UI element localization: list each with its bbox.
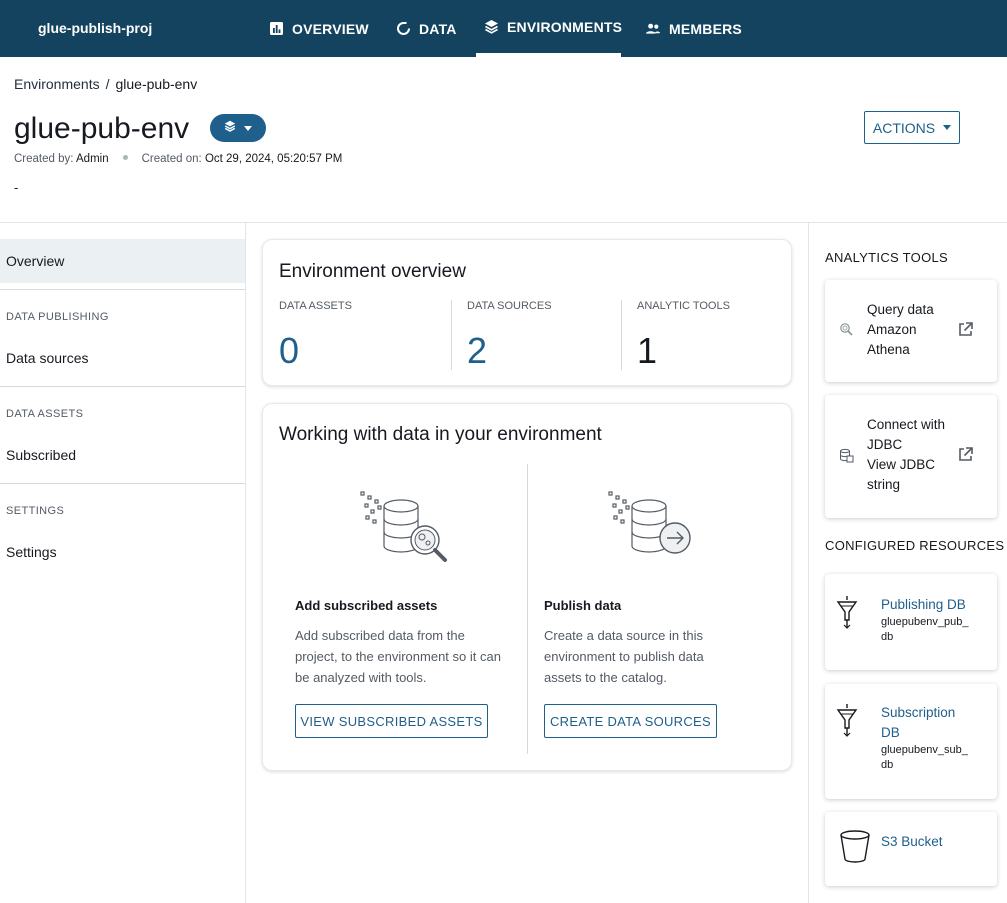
created-on-label: Created on: — [141, 153, 202, 165]
chart-icon — [268, 21, 284, 37]
s3-bucket-card[interactable]: S3 Bucket — [825, 812, 997, 886]
connect-jdbc-card[interactable]: Connect with JDBC View JDBC string — [825, 395, 997, 518]
connect-jdbc-line3: View JDBC — [867, 457, 936, 472]
database-connect-icon — [839, 448, 854, 463]
sidebar-divider — [0, 483, 245, 484]
stat-analytic-tools-value: 1 — [637, 330, 658, 371]
tab-members[interactable]: MEMBERS — [645, 0, 742, 57]
publishing-db-link[interactable]: Publishing DB — [881, 595, 968, 615]
publishing-db-card[interactable]: Publishing DB gluepubenv_pub_ db — [825, 574, 997, 670]
subscription-db-text: Subscription DB gluepubenv_sub_ db — [881, 703, 968, 773]
external-link-icon[interactable] — [957, 321, 974, 338]
created-on-value: Oct 29, 2024, 05:20:57 PM — [204, 153, 343, 165]
sidebar-divider — [0, 386, 245, 387]
project-name[interactable]: glue-publish-proj — [38, 20, 152, 36]
right-panel: ANALYTICS TOOLS Query data Amazon Athena… — [808, 223, 1007, 903]
query-athena-line3: Athena — [867, 342, 910, 357]
publishing-db-name-line1: gluepubenv_pub_ — [881, 616, 969, 628]
publishing-db-name-line2: db — [881, 631, 894, 643]
stat-analytic-tools-label: ANALYTIC TOOLS — [637, 300, 730, 312]
tab-overview[interactable]: OVERVIEW — [268, 0, 369, 57]
publishing-db-text: Publishing DB gluepubenv_pub_ db — [881, 595, 968, 645]
connect-jdbc-line2: JDBC — [867, 437, 903, 452]
working-card-title: Working with data in your environment — [279, 424, 602, 445]
breadcrumb-current: glue-pub-env — [115, 76, 198, 92]
layers-icon — [484, 19, 499, 35]
environment-type-dropdown[interactable] — [210, 114, 266, 142]
query-athena-text: Query data Amazon Athena — [867, 300, 934, 360]
tab-overview-label: OVERVIEW — [292, 20, 369, 37]
circle-arrow-icon — [395, 21, 411, 37]
tab-data-label: DATA — [419, 20, 457, 37]
sidebar-item-settings[interactable]: Settings — [0, 530, 245, 574]
environment-description: - — [14, 180, 19, 195]
overview-card-title: Environment overview — [279, 261, 466, 282]
tab-data[interactable]: DATA — [395, 0, 457, 57]
connect-jdbc-text: Connect with JDBC View JDBC string — [867, 415, 945, 495]
stat-data-sources-label: DATA SOURCES — [467, 300, 552, 312]
create-data-sources-button[interactable]: CREATE DATA SOURCES — [544, 704, 717, 738]
configured-resources-heading: CONFIGURED RESOURCES — [825, 538, 1005, 553]
stat-data-assets-label: DATA ASSETS — [279, 300, 352, 312]
breadcrumb-environments-link[interactable]: Environments — [14, 76, 100, 92]
actions-button[interactable]: ACTIONS — [864, 111, 960, 144]
publish-data-text: Create a data source in this environment… — [544, 628, 704, 685]
analytics-tools-heading: ANALYTICS TOOLS — [825, 250, 948, 265]
sidebar-section-data-publishing: DATA PUBLISHING — [6, 311, 109, 323]
subscription-db-name-line1: gluepubenv_sub_ — [881, 744, 968, 756]
subscription-db-name-line2: db — [881, 759, 894, 771]
connect-jdbc-line1: Connect with — [867, 417, 946, 432]
tab-environments-label: ENVIRONMENTS — [507, 18, 623, 35]
database-search-icon — [359, 490, 451, 567]
subscription-db-link-line1[interactable]: Subscription — [881, 703, 968, 723]
separator-dot — [122, 155, 128, 160]
external-link-icon[interactable] — [957, 446, 974, 463]
s3-bucket-link[interactable]: S3 Bucket — [881, 832, 943, 852]
view-subscribed-assets-button[interactable]: VIEW SUBSCRIBED ASSETS — [295, 704, 488, 738]
connect-jdbc-line4: string — [867, 477, 901, 492]
publish-data-title: Publish data — [544, 598, 622, 613]
glue-database-icon — [835, 702, 859, 738]
add-subscribed-assets-title: Add subscribed assets — [295, 598, 438, 613]
created-by-label: Created by: — [14, 153, 74, 165]
sidebar-section-data-assets: DATA ASSETS — [6, 408, 84, 420]
stat-data-sources-value[interactable]: 2 — [467, 330, 487, 372]
created-metadata: Created by: Admin Created on: Oct 29, 202… — [14, 153, 342, 165]
bucket-icon — [839, 829, 871, 863]
created-by-value: Admin — [76, 153, 109, 165]
top-navigation-bar: glue-publish-proj OVERVIEW DATA ENVIRONM… — [0, 0, 1007, 57]
working-with-data-card: Working with data in your environment Ad… — [262, 403, 792, 771]
people-icon — [645, 21, 661, 37]
query-athena-line1: Query data — [867, 302, 934, 317]
subscription-db-card[interactable]: Subscription DB gluepubenv_sub_ db — [825, 684, 997, 799]
chevron-down-icon — [943, 125, 952, 130]
sidebar-item-overview[interactable]: Overview — [0, 239, 245, 283]
database-publish-icon — [607, 490, 699, 567]
add-subscribed-assets-text: Add subscribed data from the project, to… — [295, 628, 501, 685]
tab-members-label: MEMBERS — [669, 20, 742, 37]
page-title: glue-pub-env — [14, 112, 190, 145]
glue-database-icon — [835, 594, 859, 630]
subscription-db-link-line2[interactable]: DB — [881, 723, 968, 743]
query-athena-line2: Amazon — [867, 322, 917, 337]
sidebar-section-settings: SETTINGS — [6, 505, 65, 517]
layers-icon — [224, 119, 236, 137]
query-athena-card[interactable]: Query data Amazon Athena — [825, 280, 997, 382]
sidebar-divider — [0, 289, 245, 290]
stat-divider — [451, 300, 452, 370]
breadcrumb: Environments / glue-pub-env — [14, 76, 197, 92]
tab-environments[interactable]: ENVIRONMENTS — [476, 0, 623, 57]
sidebar-item-data-sources[interactable]: Data sources — [0, 336, 245, 380]
environment-overview-card: Environment overview DATA ASSETS 0 DATA … — [262, 239, 792, 386]
stat-data-assets-value[interactable]: 0 — [279, 330, 299, 372]
stat-divider — [621, 300, 622, 370]
chevron-down-icon — [244, 125, 252, 131]
search-icon — [839, 322, 853, 336]
breadcrumb-separator: / — [105, 76, 110, 92]
sidebar-item-subscribed[interactable]: Subscribed — [0, 433, 245, 477]
column-divider — [527, 464, 528, 754]
left-sidebar: Overview DATA PUBLISHING Data sources DA… — [0, 223, 246, 903]
actions-label: ACTIONS — [872, 119, 936, 136]
